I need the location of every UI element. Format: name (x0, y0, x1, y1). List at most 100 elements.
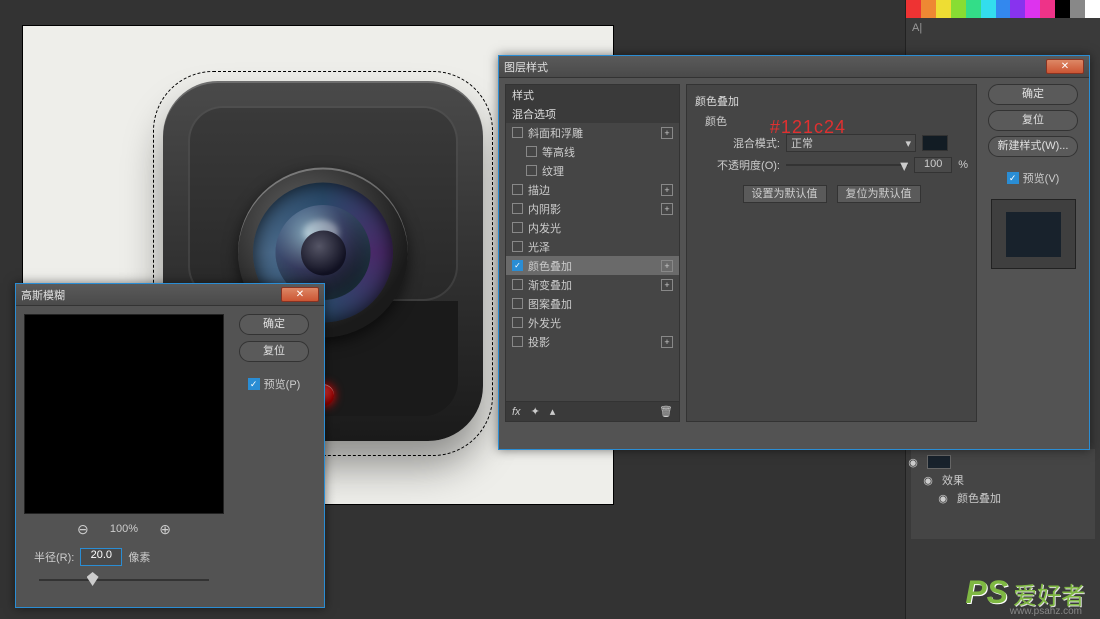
style-checkbox[interactable] (512, 279, 523, 290)
style-item-外发光[interactable]: 外发光 (506, 313, 679, 332)
style-checkbox[interactable]: ✓ (512, 260, 523, 271)
swatch[interactable] (981, 0, 996, 18)
style-label: 内发光 (528, 220, 561, 236)
expand-icon[interactable]: + (661, 336, 673, 348)
style-item-内发光[interactable]: 内发光 (506, 218, 679, 237)
style-options-panel: #121c24 颜色叠加 颜色 混合模式: 正常 ▾ 不透明度(O): 100 … (686, 84, 977, 422)
blend-options-header[interactable]: 混合选项 (506, 104, 679, 123)
swatch[interactable] (1010, 0, 1025, 18)
style-item-描边[interactable]: 描边+ (506, 180, 679, 199)
swatch[interactable] (1025, 0, 1040, 18)
hex-annotation: #121c24 (770, 117, 846, 138)
reset-button[interactable]: 复位 (239, 341, 309, 362)
blend-mode-label: 混合模式: (705, 135, 780, 151)
dialog-actions-column: 确定 复位 新建样式(W)... ✓ 预览(V) (983, 84, 1083, 422)
watermark-url: www.psahz.com (1010, 606, 1082, 617)
ok-button[interactable]: 确定 (988, 84, 1078, 105)
swatch[interactable] (936, 0, 951, 18)
visibility-icon[interactable]: ◉ (907, 456, 919, 468)
radius-slider[interactable] (39, 572, 209, 588)
styles-header[interactable]: 样式 (506, 85, 679, 104)
close-button[interactable]: ✕ (281, 287, 319, 302)
radius-input[interactable]: 20.0 (80, 548, 122, 566)
zoom-out-icon[interactable]: ⊖ (74, 520, 92, 538)
style-checkbox[interactable] (526, 165, 537, 176)
preview-checkbox[interactable]: ✓ 预览(V) (1007, 170, 1060, 186)
style-label: 外发光 (528, 315, 561, 331)
text-tool-icon: A| (906, 18, 1100, 38)
ok-button[interactable]: 确定 (239, 314, 309, 335)
color-swatch[interactable] (922, 135, 948, 151)
style-item-斜面和浮雕[interactable]: 斜面和浮雕 + (506, 123, 679, 142)
slider-thumb[interactable] (900, 159, 908, 171)
expand-icon[interactable]: + (661, 184, 673, 196)
style-label: 内阴影 (528, 201, 561, 217)
style-label: 等高线 (542, 144, 575, 160)
style-item-光泽[interactable]: 光泽 (506, 237, 679, 256)
swatch[interactable] (996, 0, 1011, 18)
expand-icon[interactable]: + (661, 127, 673, 139)
style-item-纹理[interactable]: 纹理 (506, 161, 679, 180)
dialog-titlebar[interactable]: 图层样式 ✕ (499, 56, 1089, 78)
swatch[interactable] (906, 0, 921, 18)
reset-button[interactable]: 复位 (988, 110, 1078, 131)
style-checkbox[interactable] (512, 184, 523, 195)
layer-fx-item: 颜色叠加 (957, 490, 1001, 506)
style-item-渐变叠加[interactable]: 渐变叠加+ (506, 275, 679, 294)
opacity-slider[interactable] (786, 164, 908, 166)
blur-preview[interactable] (24, 314, 224, 514)
visibility-icon[interactable]: ◉ (922, 474, 934, 486)
style-checkbox[interactable] (512, 241, 523, 252)
style-checkbox[interactable] (512, 298, 523, 309)
swatch[interactable] (1070, 0, 1085, 18)
panel-title: 颜色叠加 (695, 93, 968, 109)
style-item-内阴影[interactable]: 内阴影 + (506, 199, 679, 218)
style-checkbox[interactable] (512, 336, 523, 347)
style-checkbox[interactable] (512, 203, 523, 214)
chevron-down-icon: ▾ (905, 137, 911, 150)
swatch[interactable] (1085, 0, 1100, 18)
style-label: 斜面和浮雕 (528, 125, 583, 141)
checkbox-icon: ✓ (1007, 172, 1019, 184)
expand-icon[interactable]: + (661, 260, 673, 272)
slider-thumb[interactable] (87, 572, 99, 586)
gaussian-blur-dialog[interactable]: 高斯模糊 ✕ ⊖ 100% ⊕ 半径(R): 20.0 像素 确定 复位 ✓ (15, 283, 325, 608)
style-checkbox[interactable] (512, 222, 523, 233)
reset-default-button[interactable]: 复位为默认值 (837, 185, 921, 203)
zoom-level: 100% (110, 523, 138, 535)
add-fx-icon[interactable]: ✦ (531, 405, 540, 418)
expand-icon[interactable]: + (661, 203, 673, 215)
style-item-等高线[interactable]: 等高线 (506, 142, 679, 161)
new-style-button[interactable]: 新建样式(W)... (988, 136, 1078, 157)
style-item-颜色叠加[interactable]: ✓颜色叠加+ (506, 256, 679, 275)
expand-icon[interactable]: + (661, 279, 673, 291)
up-icon[interactable]: ▴ (550, 405, 556, 418)
layer-style-dialog[interactable]: 图层样式 ✕ 样式 混合选项 斜面和浮雕+等高线纹理描边+内阴影+内发光光泽✓颜… (498, 55, 1090, 450)
zoom-in-icon[interactable]: ⊕ (156, 520, 174, 538)
swatch[interactable] (951, 0, 966, 18)
watermark-ps: PS (965, 574, 1008, 611)
styles-list[interactable]: 样式 混合选项 斜面和浮雕 + 等高线纹理描边+ 内阴影 + 内发光光泽✓颜色叠加+渐变叠… (505, 84, 680, 402)
swatch[interactable] (966, 0, 981, 18)
dialog-titlebar[interactable]: 高斯模糊 ✕ (16, 284, 324, 306)
styles-list-column: 样式 混合选项 斜面和浮雕 + 等高线纹理描边+ 内阴影 + 内发光光泽✓颜色叠加+渐变叠… (505, 84, 680, 422)
close-button[interactable]: ✕ (1046, 59, 1084, 74)
delete-icon[interactable]: 🗑 (659, 405, 673, 418)
layers-panel[interactable]: ◉ ◉效果 ◉颜色叠加 (911, 449, 1095, 539)
fx-toolbar[interactable]: fx ✦ ▴ 🗑 (505, 402, 680, 422)
style-checkbox[interactable] (512, 317, 523, 328)
set-default-button[interactable]: 设置为默认值 (743, 185, 827, 203)
visibility-icon[interactable]: ◉ (937, 492, 949, 504)
layer-thumb (927, 455, 951, 469)
style-checkbox[interactable] (512, 127, 523, 138)
fx-label: fx (512, 406, 521, 418)
swatch[interactable] (1040, 0, 1055, 18)
style-item-图案叠加[interactable]: 图案叠加 (506, 294, 679, 313)
color-swatches[interactable] (906, 0, 1100, 18)
style-item-投影[interactable]: 投影+ (506, 332, 679, 351)
swatch[interactable] (921, 0, 936, 18)
preview-checkbox[interactable]: ✓ 预览(P) (248, 376, 301, 392)
style-checkbox[interactable] (526, 146, 537, 157)
opacity-input[interactable]: 100 (914, 157, 952, 173)
swatch[interactable] (1055, 0, 1070, 18)
